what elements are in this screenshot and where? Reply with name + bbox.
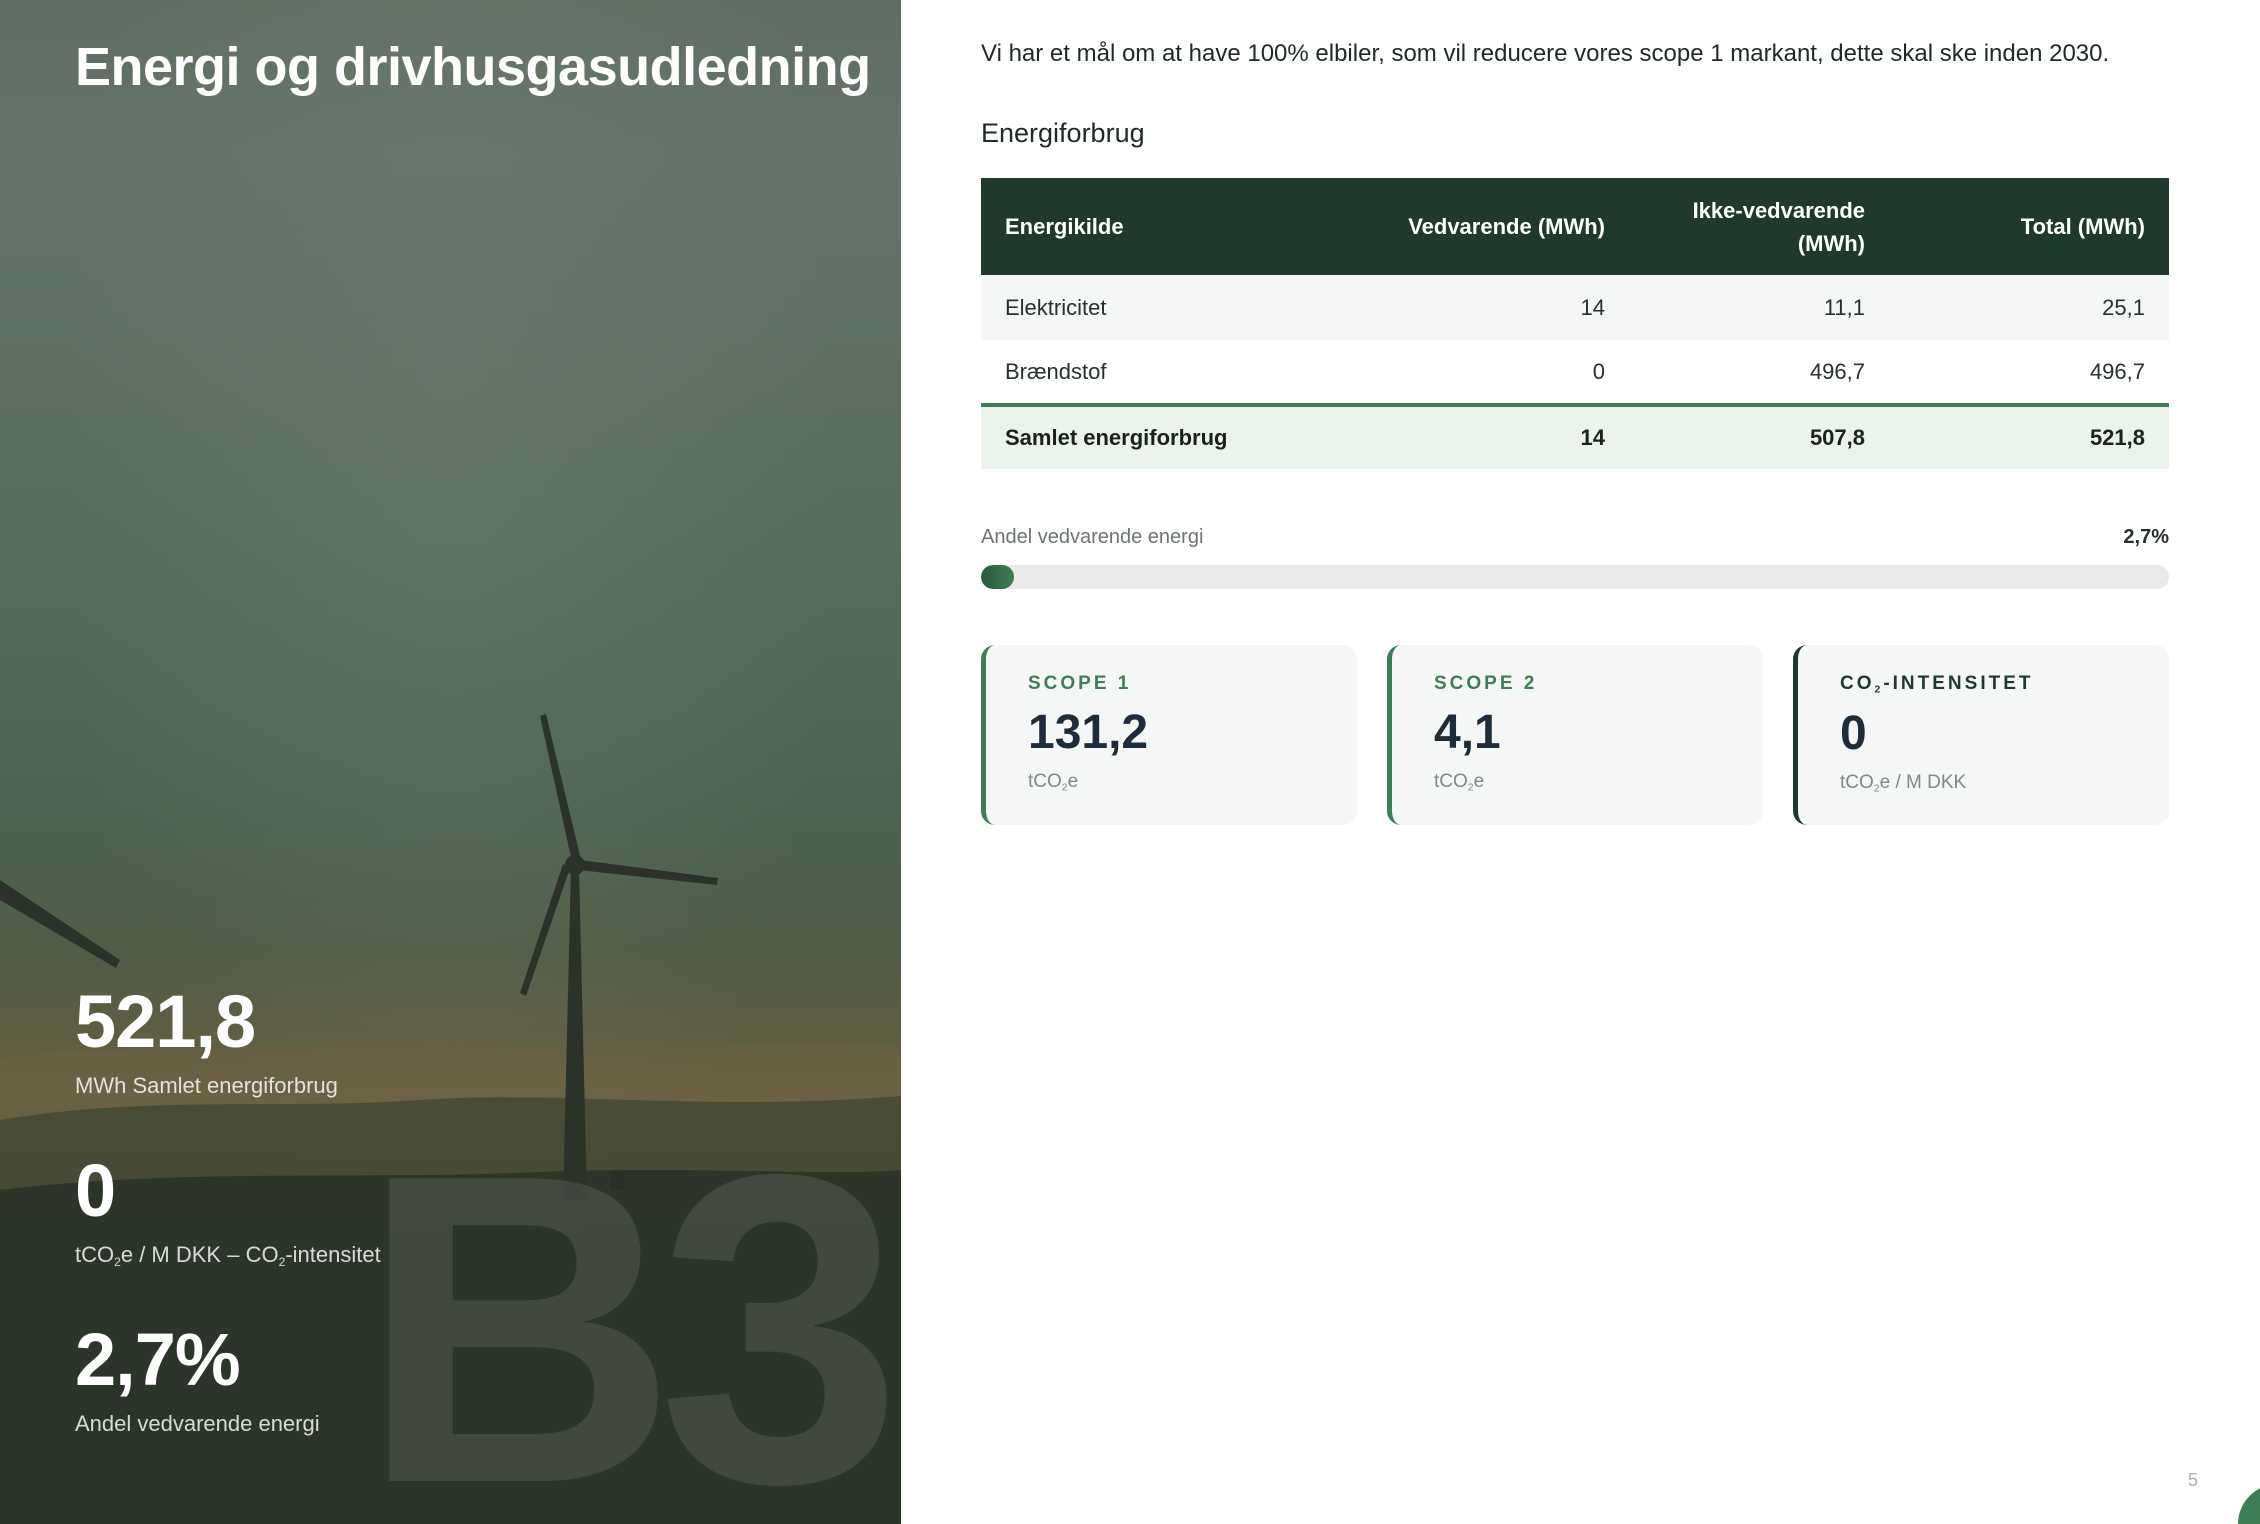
stat-label: Andel vedvarende energi <box>75 1411 320 1436</box>
card-label: SCOPE 2 <box>1434 673 1538 694</box>
stat-renewable-share: 2,7% Andel vedvarende energi <box>75 1323 320 1437</box>
card-value: 131,2 <box>1028 706 1149 759</box>
stat-value: 0 <box>75 1149 116 1232</box>
card-label: CO2-INTENSITET <box>1840 673 2034 696</box>
stat-co2-intensity: 0 tCO2e / M DKK – CO2-intensitet <box>75 1149 381 1270</box>
table-cell: 496,7 <box>1809 358 1865 384</box>
renewable-share-progress-bar <box>981 565 2169 589</box>
stat-label: tCO2e / M DKK – CO2-intensitet <box>75 1242 381 1270</box>
card-unit: tCO2e <box>1028 771 1079 794</box>
renewable-share-value: 2,7% <box>2123 526 2169 548</box>
table-header-row: Energikilde Vedvarende (MWh) Ikke-vedvar… <box>981 178 2169 275</box>
table-total-row: Samlet energiforbrug 14 507,8 521,8 <box>981 405 2169 469</box>
report-page: Energi og drivhusgasudledning B3 521,8 M… <box>0 0 2260 1524</box>
page-title: Energi og drivhusgasudledning <box>75 37 871 97</box>
stat-label: MWh Samlet energiforbrug <box>75 1073 338 1098</box>
table-cell: 0 <box>1592 358 1605 384</box>
table-cell: 496,7 <box>2089 358 2145 384</box>
card-value: 4,1 <box>1434 706 1501 759</box>
table-cell: Samlet energiforbrug <box>1005 425 1228 450</box>
table-row: Brændstof 0 496,7 496,7 <box>981 340 2169 405</box>
card-label: SCOPE 1 <box>1028 673 1132 694</box>
table-cell: Brændstof <box>1005 358 1107 384</box>
table-cell: 14 <box>1580 425 1605 450</box>
emission-cards: SCOPE 1 131,2 tCO2e SCOPE 2 4,1 tCO2e CO… <box>981 645 2169 825</box>
stat-value: 2,7% <box>75 1318 241 1401</box>
progress-fill <box>981 565 1014 589</box>
table-cell: 521,8 <box>2089 425 2145 450</box>
intro-text: Vi har et mål om at have 100% elbiler, s… <box>981 40 2110 67</box>
column-header: Vedvarende (MWh) <box>1408 214 1605 239</box>
scope-1-card: SCOPE 1 131,2 tCO2e <box>981 645 1357 825</box>
scope-2-card: SCOPE 2 4,1 tCO2e <box>1387 645 1763 825</box>
stat-value: 521,8 <box>75 980 256 1063</box>
card-unit: tCO2e / M DKK <box>1840 771 1967 795</box>
table-cell: 14 <box>1580 294 1605 320</box>
page-number: 5 <box>2188 1470 2199 1490</box>
renewable-share-label: Andel vedvarende energi <box>981 526 1204 548</box>
card-value: 0 <box>1840 706 1867 760</box>
table-cell: 11,1 <box>1823 294 1865 320</box>
energy-table: Energikilde Vedvarende (MWh) Ikke-vedvar… <box>981 178 2169 469</box>
column-header: Total (MWh) <box>2020 214 2145 239</box>
energy-section-heading: Energiforbrug <box>981 118 1145 148</box>
stat-total-energy: 521,8 MWh Samlet energiforbrug <box>75 985 338 1099</box>
column-header: Energikilde <box>1005 214 1124 239</box>
table-cell: 507,8 <box>1809 425 1865 450</box>
card-unit: tCO2e <box>1434 771 1485 794</box>
column-header: Ikke-vedvarende (MWh) <box>1692 197 1865 256</box>
corner-decoration <box>2238 1484 2260 1524</box>
table-cell: 25,1 <box>2102 294 2145 320</box>
table-cell: Elektricitet <box>1005 294 1107 320</box>
table-row: Elektricitet 14 11,1 25,1 <box>981 275 2169 340</box>
hero-panel: Energi og drivhusgasudledning B3 521,8 M… <box>0 0 901 1524</box>
section-watermark: B3 <box>360 1084 901 1524</box>
co2-intensity-card: CO2-INTENSITET 0 tCO2e / M DKK <box>1793 645 2169 825</box>
